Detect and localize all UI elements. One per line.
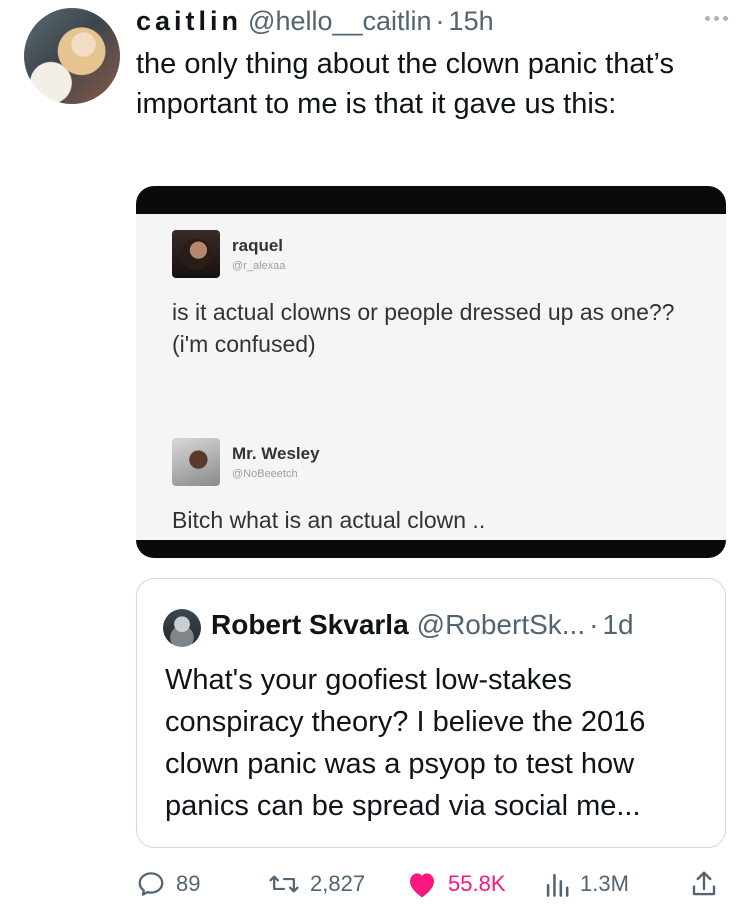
embedded-text-wesley: Bitch what is an actual clown .. [172, 507, 486, 533]
embedded-handle-wesley: @NoBeeetch [232, 468, 298, 480]
avatar[interactable] [24, 8, 120, 104]
repost-count: 2,827 [310, 871, 366, 896]
share-button[interactable] [690, 864, 718, 904]
quoted-header: Robert Skvarla @RobertSk... · 1d [211, 609, 634, 645]
reply-icon [138, 872, 164, 896]
separator-dot: · [435, 6, 445, 36]
quoted-text: What's your goofiest low-stakes conspira… [165, 664, 646, 822]
reply-button[interactable]: 89 [136, 864, 200, 904]
display-name[interactable]: caitlin [136, 6, 242, 37]
tweet: caitlin @hello__caitlin · 15h the only t… [0, 0, 750, 918]
reply-count: 89 [176, 871, 201, 896]
tweet-text: the only thing about the clown panic tha… [136, 48, 674, 120]
embedded-name-raquel: raquel [232, 236, 284, 255]
views-button[interactable]: 1.3M [544, 864, 629, 904]
like-count: 55.8K [448, 871, 506, 896]
user-handle[interactable]: @hello__caitlin [248, 6, 432, 37]
tweet-image[interactable]: raquel @r_alexaa is it actual clowns or … [136, 186, 726, 558]
views-icon [546, 873, 569, 897]
heart-icon [410, 873, 434, 898]
like-button[interactable]: 55.8K [406, 864, 506, 904]
embedded-text-raquel: is it actual clowns or people dressed up… [172, 299, 675, 357]
embedded-avatar-raquel [172, 230, 220, 278]
share-icon [692, 871, 716, 896]
quoted-separator-dot: · [589, 609, 599, 640]
repost-icon [269, 875, 299, 893]
embedded-handle-raquel: @r_alexaa [232, 260, 286, 272]
more-icon[interactable] [705, 16, 728, 21]
quoted-display-name[interactable]: Robert Skvarla [211, 609, 409, 641]
repost-button[interactable]: 2,827 [268, 864, 365, 904]
views-count: 1.3M [580, 871, 629, 896]
quoted-avatar[interactable] [163, 609, 201, 647]
timestamp[interactable]: 15h [449, 6, 494, 37]
tweet-header: caitlin @hello__caitlin · 15h [136, 6, 494, 40]
quoted-tweet[interactable]: Robert Skvarla @RobertSk... · 1d What's … [136, 578, 726, 848]
quoted-timestamp[interactable]: 1d [602, 609, 633, 641]
embedded-screenshot: raquel @r_alexaa is it actual clowns or … [136, 214, 726, 540]
embedded-avatar-wesley [172, 438, 220, 486]
embedded-name-wesley: Mr. Wesley [232, 444, 320, 463]
quoted-handle[interactable]: @RobertSk... [417, 609, 585, 641]
action-bar: 89 2,827 55.8K 1.3M [136, 864, 726, 904]
